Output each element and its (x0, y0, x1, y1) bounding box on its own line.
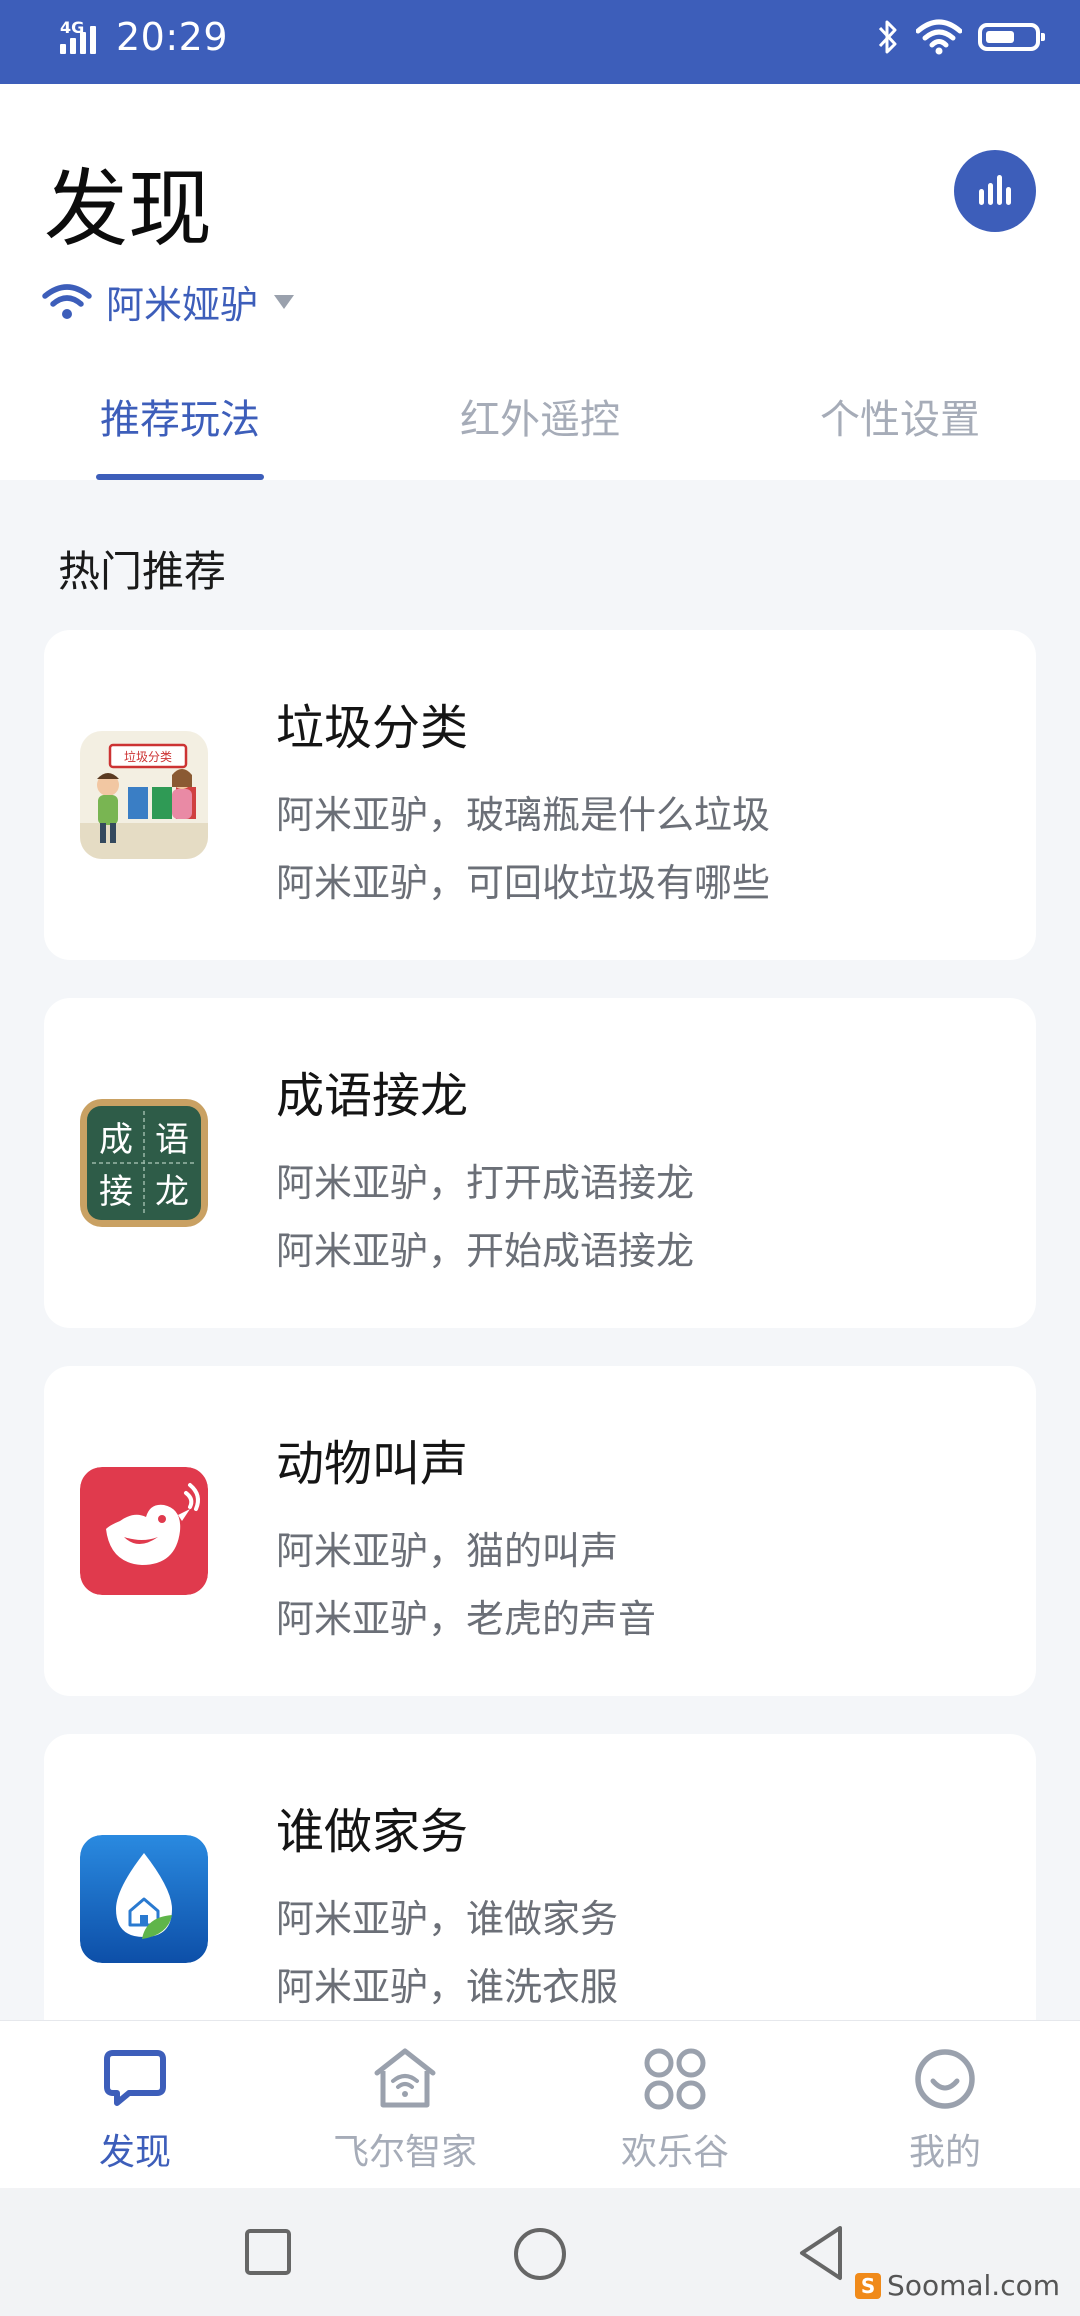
active-tab-indicator (96, 474, 264, 480)
svg-text:垃圾分类: 垃圾分类 (124, 749, 172, 764)
caret-down-icon (274, 294, 295, 309)
bar-chart-icon (979, 175, 1011, 205)
card-title: 成语接龙 (276, 1068, 469, 1124)
house-drop-icon (80, 1835, 208, 1963)
card-example: 阿米亚驴，谁洗衣服 (276, 1965, 619, 2009)
svg-text:接: 接 (99, 1172, 133, 1212)
nav-label: 发现 (98, 2132, 171, 2173)
smart-home-icon (374, 2048, 436, 2108)
wifi-icon (42, 283, 92, 319)
section-title: 热门推荐 (58, 547, 227, 596)
tab-ir-remote[interactable]: 红外遥控 (456, 376, 624, 480)
wifi-status-icon (916, 19, 962, 55)
nav-label: 欢乐谷 (620, 2132, 729, 2173)
card-title: 动物叫声 (276, 1436, 469, 1492)
device-selector[interactable]: 阿米娅驴 (42, 274, 295, 329)
watermark-text: Soomal.com (887, 2269, 1060, 2302)
nav-label: 我的 (908, 2132, 981, 2173)
watermark: S Soomal.com (855, 2269, 1060, 2302)
tab-personal-settings[interactable]: 个性设置 (816, 376, 984, 480)
card-example: 阿米亚驴，老虎的声音 (276, 1597, 657, 1641)
recommendation-card[interactable]: 垃圾分类 垃圾分类 阿米亚驴，玻璃瓶是什么垃圾 阿米亚驴，可回收垃圾有哪些 (44, 630, 1036, 960)
nav-mine[interactable]: 我的 (810, 2021, 1080, 2189)
page-title: 发现 (44, 160, 213, 258)
recommendation-card[interactable]: 成 语 接 龙 成语接龙 阿米亚驴，打开成语接龙 阿米亚驴，开始成语接龙 (44, 998, 1036, 1328)
tab-label: 推荐玩法 (100, 397, 260, 443)
tab-bar: 推荐玩法 红外遥控 个性设置 (0, 376, 1080, 480)
watermark-logo: S (855, 2272, 882, 2299)
nav-discover[interactable]: 发现 (0, 2021, 270, 2189)
bottom-navigation: 发现 飞尔智家 欢乐谷 我的 (0, 2020, 1080, 2189)
tab-recommended[interactable]: 推荐玩法 (96, 376, 264, 480)
triangle-back-icon[interactable] (796, 2224, 846, 2282)
device-name: 阿米娅驴 (106, 283, 259, 327)
card-example: 阿米亚驴，可回收垃圾有哪些 (276, 861, 771, 905)
svg-text:成: 成 (99, 1120, 133, 1160)
nav-fun-valley[interactable]: 欢乐谷 (540, 2021, 810, 2189)
status-time: 20:29 (116, 15, 229, 59)
card-example: 阿米亚驴，玻璃瓶是什么垃圾 (276, 793, 771, 837)
cellular-signal-icon: 4G (58, 14, 106, 60)
nav-smart-home[interactable]: 飞尔智家 (270, 2021, 540, 2189)
card-title: 谁做家务 (276, 1804, 469, 1860)
circle-icon[interactable] (512, 2226, 568, 2282)
apps-grid-icon (644, 2048, 706, 2110)
tab-label: 红外遥控 (460, 397, 620, 443)
battery-icon (978, 23, 1045, 51)
recommendation-card[interactable]: 谁做家务 阿米亚驴，谁做家务 阿米亚驴，谁洗衣服 (44, 1734, 1036, 2064)
card-example: 阿米亚驴，开始成语接龙 (276, 1229, 695, 1273)
tab-label: 个性设置 (820, 397, 980, 443)
card-example: 阿米亚驴，猫的叫声 (276, 1529, 619, 1573)
card-title: 垃圾分类 (276, 700, 469, 756)
status-bar: 4G 20:29 (0, 0, 1080, 84)
square-icon[interactable] (244, 2228, 292, 2276)
garbage-sorting-icon: 垃圾分类 (80, 731, 208, 859)
chat-bubble-icon (104, 2050, 166, 2106)
recommendation-card[interactable]: 动物叫声 阿米亚驴，猫的叫声 阿米亚驴，老虎的声音 (44, 1366, 1036, 1696)
idiom-chain-icon: 成 语 接 龙 (80, 1099, 208, 1227)
statistics-button[interactable] (954, 150, 1036, 232)
nav-label: 飞尔智家 (332, 2132, 477, 2173)
svg-text:龙: 龙 (155, 1172, 189, 1212)
smiley-icon (915, 2049, 975, 2109)
svg-text:语: 语 (155, 1120, 189, 1160)
system-navigation-bar: S Soomal.com (0, 2188, 1080, 2316)
header: 发现 阿米娅驴 推荐玩法 红外遥控 个性设置 (0, 84, 1080, 480)
bluetooth-icon (878, 20, 897, 54)
card-example: 阿米亚驴，谁做家务 (276, 1897, 619, 1941)
card-example: 阿米亚驴，打开成语接龙 (276, 1161, 695, 1205)
bird-icon (80, 1467, 208, 1595)
